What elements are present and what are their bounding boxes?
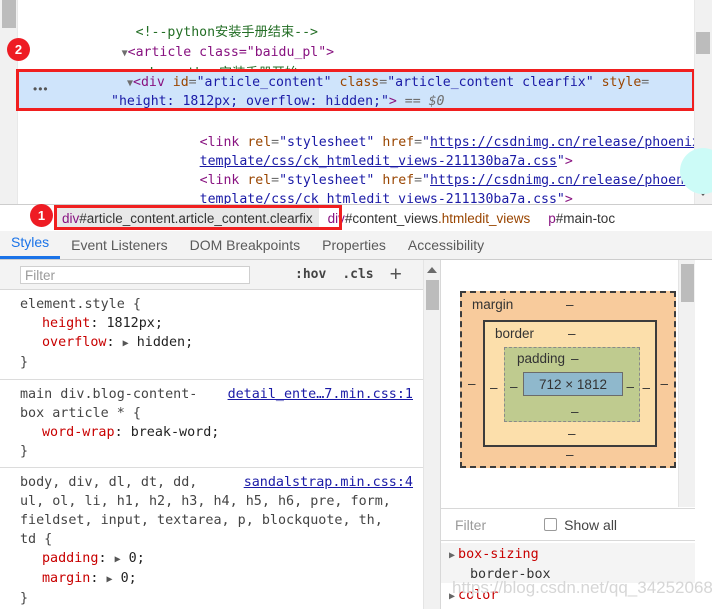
computed-filter-input[interactable]: Filter — [455, 517, 486, 533]
border-top-value[interactable]: – — [568, 326, 576, 341]
show-all-checkbox[interactable] — [544, 518, 558, 531]
prop-value-height[interactable]: 1812px; — [107, 316, 163, 331]
expand-arrow-icon-box-sizing[interactable]: ▶ — [449, 550, 455, 561]
rule-selector-line-1: main div.blog-content-detail_ente…7.min.… — [20, 385, 413, 404]
box-model-border-label: border — [495, 326, 535, 341]
border-right-value[interactable]: – — [642, 380, 650, 395]
padding-top-value[interactable]: – — [571, 351, 579, 366]
rule-selector-3-line-4: td { — [20, 532, 53, 547]
declaration-padding[interactable]: padding: ▶ 0; — [20, 549, 423, 569]
rule-selector-3-line-1: body, div, dl, dt, dd, sandalstrap.min.cs… — [20, 473, 413, 492]
padding-left-value[interactable]: – — [510, 379, 518, 394]
rule-selector-3-line-3: fieldset, input, textarea, p, blockquote… — [20, 513, 383, 528]
breadcrumb-item-main-toc[interactable]: p#main-toc — [539, 211, 624, 226]
expand-arrow-icon[interactable]: ▶ — [123, 338, 129, 349]
prop-name-margin: margin — [42, 571, 91, 586]
rule-selector-line-2: box article * { — [20, 406, 141, 421]
computed-value-box-sizing: border-box — [470, 567, 551, 582]
box-model-scrollbar-thumb[interactable] — [681, 264, 694, 302]
box-model-content-size[interactable]: 712 × 1812 — [523, 372, 623, 396]
breadcrumb-item-content-views[interactable]: div#content_views.htmledit_views — [319, 211, 540, 226]
styles-vertical-scrollbar[interactable] — [423, 260, 440, 609]
right-column: margin – – – – border – – – – padding – … — [440, 260, 712, 609]
declaration-word-wrap[interactable]: word-wrap: break-word; — [20, 423, 423, 442]
declaration-height[interactable]: height: 1812px; — [20, 314, 423, 333]
prop-name-word-wrap: word-wrap — [42, 425, 115, 440]
margin-right-value[interactable]: – — [660, 376, 668, 391]
prop-name-height: height — [42, 316, 91, 331]
expand-arrow-icon-padding[interactable]: ▶ — [115, 554, 121, 565]
expand-arrow-icon-color[interactable]: ▶ — [449, 591, 455, 602]
expand-arrow-icon-margin[interactable]: ▶ — [107, 574, 113, 585]
prop-value-padding[interactable]: 0; — [129, 551, 145, 566]
box-model-diagram[interactable]: margin – – – – border – – – – padding – … — [441, 260, 695, 507]
dom-ellipsis-icon[interactable]: ••• — [33, 82, 49, 96]
computed-property-box-sizing[interactable]: ▶ box-sizing border-box — [441, 543, 695, 583]
cls-button[interactable]: .cls — [342, 267, 373, 282]
box-model-scrollbar[interactable] — [678, 260, 695, 507]
styles-filter-input[interactable]: Filter — [20, 265, 250, 284]
prop-value-margin[interactable]: 0; — [121, 571, 137, 586]
computed-toolbar: Filter Show all — [441, 508, 695, 541]
box-model-padding[interactable]: padding – – – – 712 × 1812 — [504, 347, 640, 422]
margin-left-value[interactable]: – — [468, 376, 476, 391]
prop-value-overflow[interactable]: hidden; — [137, 335, 193, 350]
padding-bottom-value[interactable]: – — [571, 404, 579, 419]
selected-node-line-2: "height: 1812px; overflow: hidden;"> == … — [111, 94, 445, 109]
border-left-value[interactable]: – — [490, 380, 498, 395]
tab-dom-breakpoints[interactable]: DOM Breakpoints — [179, 237, 311, 259]
rule-close-brace: } — [20, 355, 29, 370]
border-bottom-value[interactable]: – — [568, 426, 576, 441]
dom-line-partial-clipped[interactable]: ▼<div class="htmledit_views" id="content… — [0, 190, 712, 201]
breadcrumb[interactable]: div#article_content.article_content.clea… — [0, 204, 712, 231]
prop-name-overflow: overflow — [42, 335, 107, 350]
declaration-margin[interactable]: margin: ▶ 0; — [20, 569, 423, 589]
devtools-tab-bar[interactable]: Styles Event Listeners DOM Breakpoints P… — [0, 231, 712, 260]
padding-right-value[interactable]: – — [626, 379, 634, 394]
computed-name-color: color — [458, 588, 499, 603]
tab-accessibility[interactable]: Accessibility — [397, 237, 495, 259]
scroll-up-arrow-icon[interactable] — [427, 267, 437, 273]
margin-top-value[interactable]: – — [566, 297, 574, 312]
hov-button[interactable]: :hov — [295, 267, 326, 282]
prop-value-word-wrap[interactable]: break-word; — [131, 425, 220, 440]
breadcrumb-item-article-content[interactable]: div#article_content.article_content.clea… — [56, 207, 319, 229]
prop-name-padding: padding — [42, 551, 99, 566]
box-model-padding-label: padding — [517, 351, 566, 366]
stylesheet-source-link-2[interactable]: sandalstrap.min.css:4 — [244, 473, 413, 492]
styles-toolbar: Filter :hov .cls + — [0, 260, 423, 290]
style-rule-element-style[interactable]: element.style { height: 1812px; overflow… — [0, 290, 423, 380]
styles-pane[interactable]: Filter :hov .cls + element.style { heigh… — [0, 260, 440, 609]
new-style-rule-button[interactable]: + — [390, 264, 402, 285]
annotation-badge-1: 1 — [30, 204, 53, 227]
stylesheet-source-link[interactable]: detail_ente…7.min.css:1 — [228, 385, 413, 404]
tab-event-listeners[interactable]: Event Listeners — [60, 237, 179, 259]
selected-node-line-1: ▼<div id="article_content" class="articl… — [127, 75, 650, 90]
tab-styles[interactable]: Styles — [0, 234, 61, 259]
selected-dom-node[interactable]: ••• ▼<div id="article_content" class="ar… — [16, 69, 695, 111]
declaration-overflow[interactable]: overflow: ▶ hidden; — [20, 333, 423, 353]
computed-property-color[interactable]: ▶color rgb(51, 51, 51) — [441, 584, 695, 609]
rule-close-brace-2: } — [20, 444, 29, 459]
style-rule-blog-content-box[interactable]: main div.blog-content-detail_ente…7.min.… — [0, 380, 423, 468]
box-model-border[interactable]: border – – – – padding – – – – 712 × 181… — [483, 320, 657, 447]
rule-selector-3-line-2: ul, ol, li, h1, h2, h3, h4, h5, h6, pre,… — [20, 494, 391, 509]
styles-scrollbar-thumb[interactable] — [426, 280, 439, 310]
tab-properties[interactable]: Properties — [311, 237, 397, 259]
box-model-margin-label: margin — [472, 297, 514, 312]
style-rule-sandalstrap-reset[interactable]: body, div, dl, dt, dd, sandalstrap.min.cs… — [0, 468, 423, 609]
dom-tree-pane[interactable]: <!--python安装手册结束--> ▼<article class="bai… — [0, 0, 712, 204]
dom-scrollbar-thumb[interactable] — [696, 32, 710, 54]
show-all-label[interactable]: Show all — [564, 517, 617, 533]
box-model-margin[interactable]: margin – – – – border – – – – padding – … — [460, 291, 676, 468]
annotation-badge-2: 2 — [7, 38, 30, 61]
computed-name-box-sizing: box-sizing — [458, 547, 539, 562]
rule-selector: element.style { — [20, 297, 141, 312]
rule-close-brace-3: } — [20, 591, 29, 606]
margin-bottom-value[interactable]: – — [566, 447, 574, 462]
